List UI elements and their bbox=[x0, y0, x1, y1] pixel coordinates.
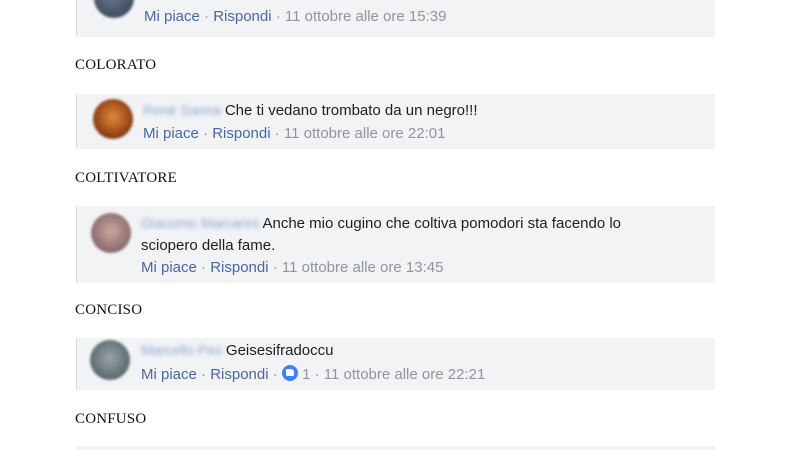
next-comment-card-edge bbox=[76, 446, 715, 450]
comment-timestamp[interactable]: 11 ottobre alle ore 15:39 bbox=[285, 8, 447, 25]
section-heading: COLORATO bbox=[75, 57, 157, 73]
section-heading: CONCISO bbox=[75, 302, 143, 318]
separator: · bbox=[270, 125, 284, 142]
comment-body: René Sanna Che ti vedano trombato da un n… bbox=[143, 100, 478, 122]
comment-timestamp[interactable]: 11 ottobre alle ore 22:21 bbox=[324, 366, 486, 383]
separator: · bbox=[196, 259, 211, 276]
avatar[interactable] bbox=[90, 340, 130, 380]
comment-meta: Mi piace · Rispondi · 11 ottobre alle or… bbox=[141, 259, 443, 276]
avatar[interactable] bbox=[91, 213, 131, 253]
like-link[interactable]: Mi piace bbox=[141, 366, 197, 383]
separator: · bbox=[310, 366, 324, 383]
comment-text-line2: sciopero della fame. bbox=[141, 237, 276, 254]
author-name[interactable]: René Sanna bbox=[143, 102, 221, 118]
avatar[interactable] bbox=[94, 0, 134, 18]
like-link[interactable]: Mi piace bbox=[144, 8, 200, 25]
comment-text: Geisesifradoccu bbox=[225, 342, 334, 359]
comment-card: Giacomo Marcarini Anche mio cugino che co… bbox=[76, 206, 715, 283]
like-link[interactable]: Mi piace bbox=[143, 125, 199, 142]
comment-body: Marcello Pes Geisesifradoccu bbox=[141, 340, 333, 362]
reply-link[interactable]: Rispondi bbox=[212, 125, 270, 142]
separator: · bbox=[198, 125, 213, 142]
separator: · bbox=[268, 259, 282, 276]
comment-meta: Mi piace · Rispondi · 11 ottobre alle or… bbox=[144, 8, 446, 25]
separator: · bbox=[271, 8, 285, 25]
comment-card: Marcello Pes Geisesifradoccu Mi piace · R… bbox=[76, 338, 715, 390]
like-reaction-icon[interactable] bbox=[281, 365, 298, 381]
comment-timestamp[interactable]: 11 ottobre alle ore 22:01 bbox=[284, 125, 446, 142]
comment-meta: Mi piace · Rispondi · 11 ottobre alle or… bbox=[143, 125, 445, 142]
reply-link[interactable]: Rispondi bbox=[210, 259, 268, 276]
reply-link[interactable]: Rispondi bbox=[213, 8, 271, 25]
section-heading: COLTIVATORE bbox=[75, 170, 177, 186]
reply-link[interactable]: Rispondi bbox=[210, 366, 268, 383]
separator: · bbox=[268, 366, 282, 383]
comment-timestamp[interactable]: 11 ottobre alle ore 13:45 bbox=[282, 259, 444, 276]
separator: · bbox=[199, 8, 214, 25]
comment-text: Anche mio cugino che coltiva pomodori st… bbox=[262, 215, 622, 232]
like-link[interactable]: Mi piace bbox=[141, 259, 197, 276]
author-name[interactable]: Marcello Pes bbox=[141, 342, 222, 358]
comment-body: Giacomo Marcarini Anche mio cugino che co… bbox=[141, 213, 701, 257]
comment-meta: Mi piace · Rispondi · 1 · 11 ottobre all… bbox=[141, 365, 485, 383]
avatar[interactable] bbox=[93, 99, 133, 139]
section-heading: CONFUSO bbox=[75, 411, 147, 427]
author-name[interactable]: Giacomo Marcarini bbox=[141, 215, 258, 231]
comment-text: Che ti vedano trombato da un negro!!! bbox=[224, 102, 478, 119]
comment-card: René Sanna Che ti vedano trombato da un n… bbox=[76, 94, 715, 149]
comment-card: Mi piace · Rispondi · 11 ottobre alle or… bbox=[76, 0, 715, 37]
separator: · bbox=[196, 366, 211, 383]
